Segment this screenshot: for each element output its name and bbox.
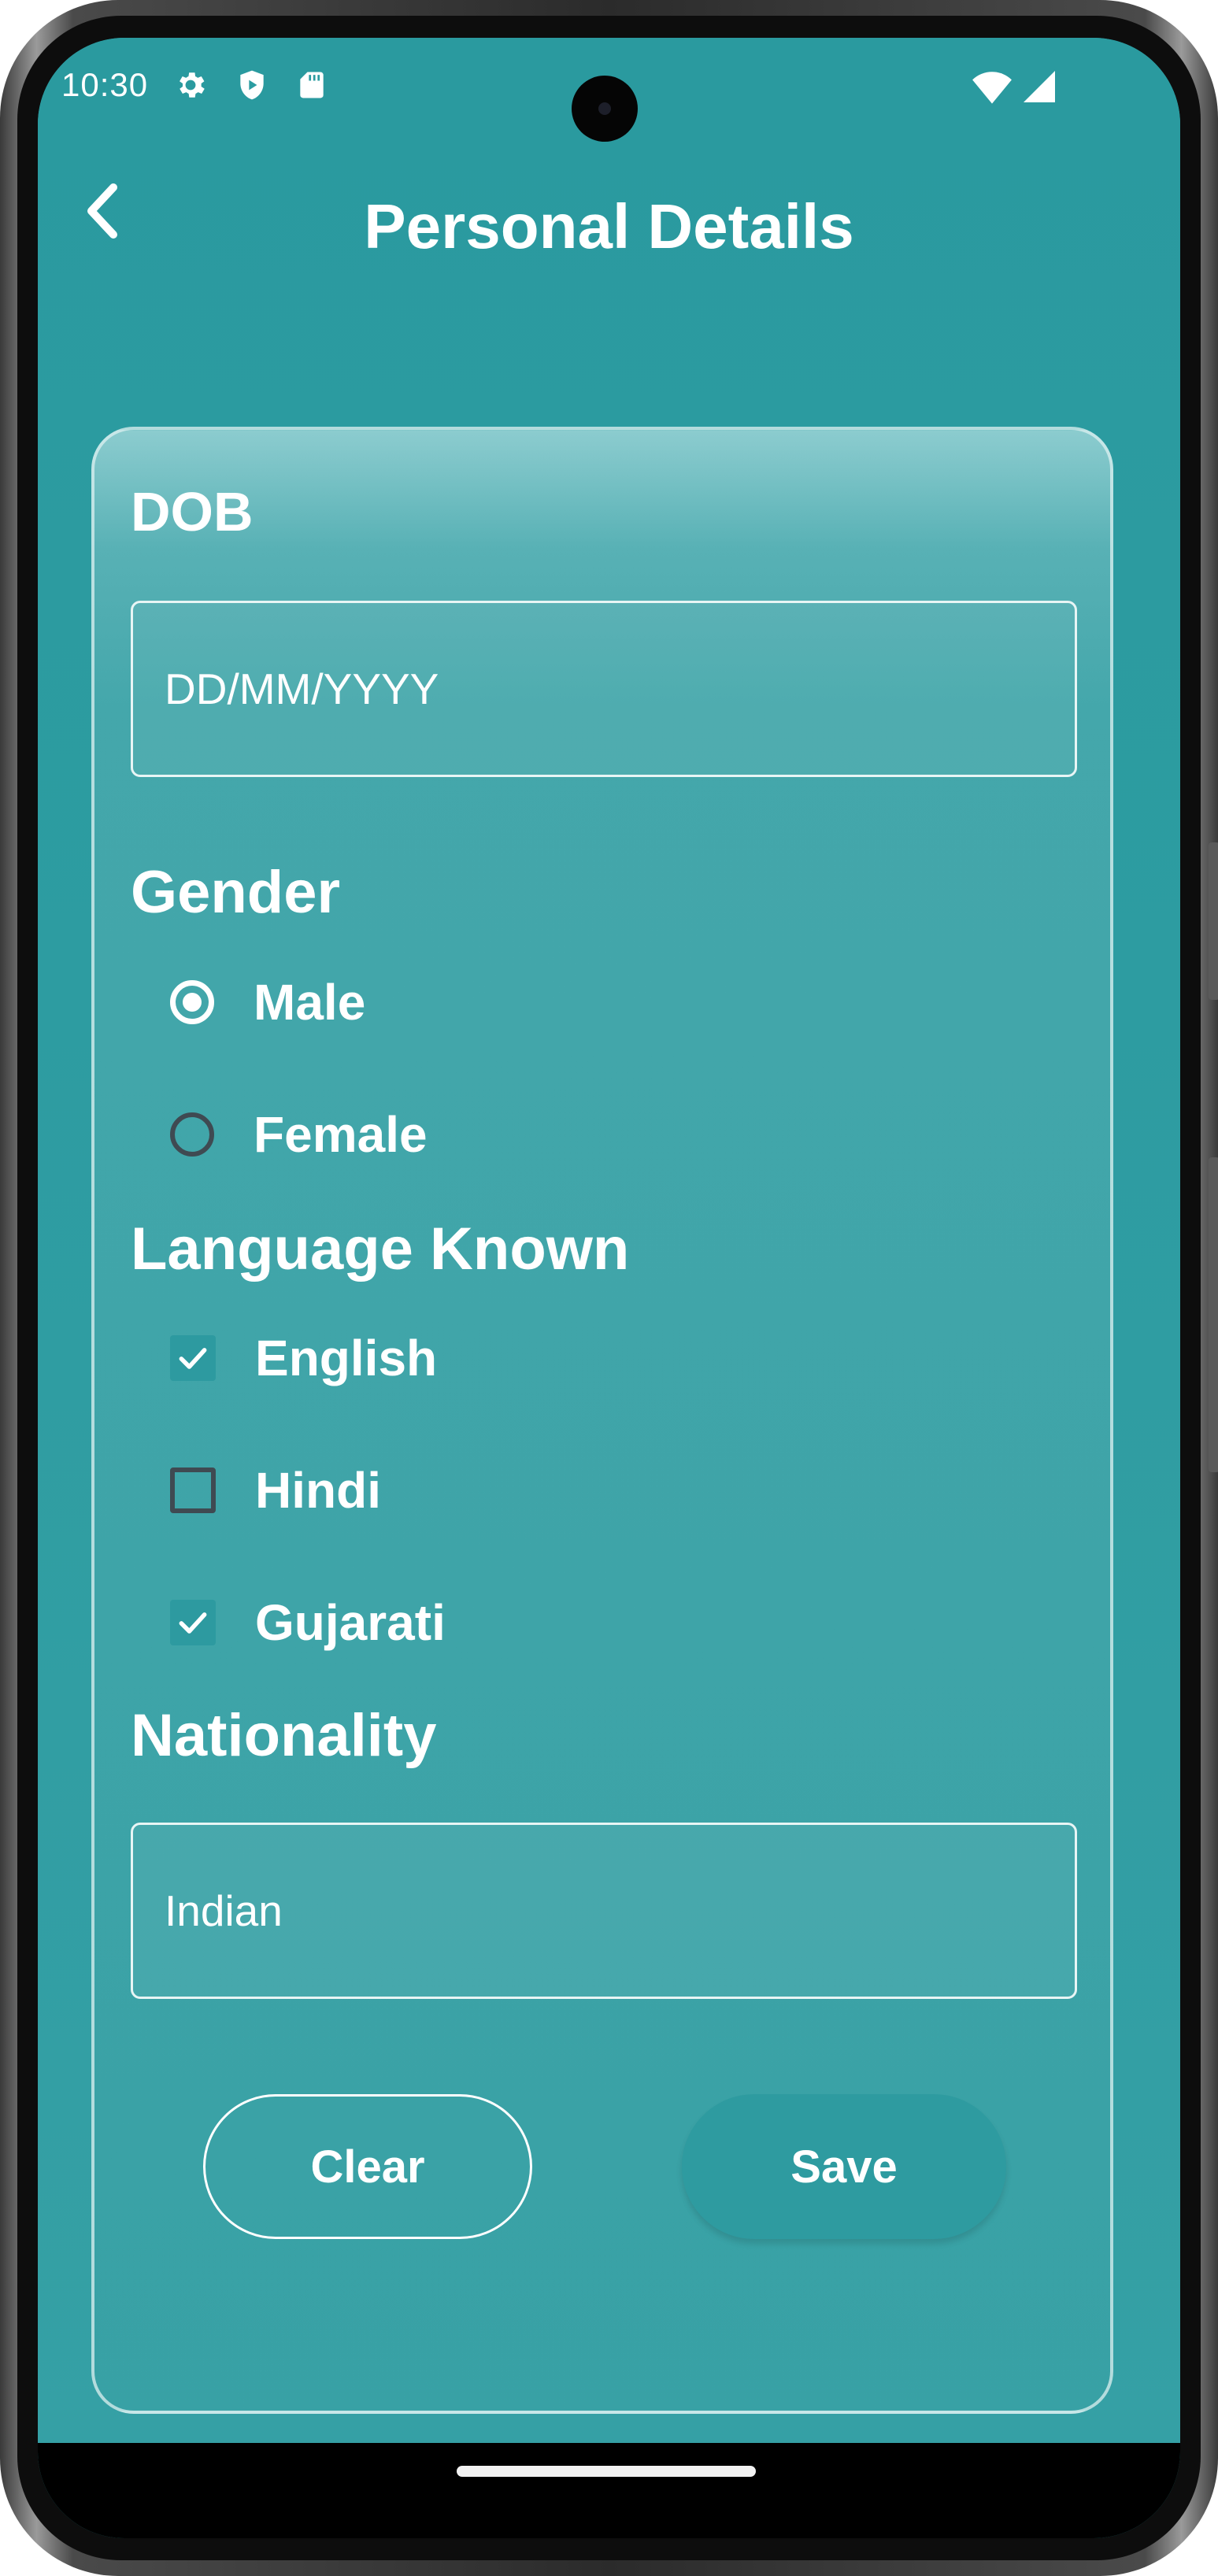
checkbox-checked-icon xyxy=(170,1335,216,1381)
nationality-label: Nationality xyxy=(131,1702,437,1769)
cell-signal-icon xyxy=(1024,71,1055,102)
clear-button[interactable]: Clear xyxy=(203,2094,532,2239)
radio-female-label: Female xyxy=(254,1106,428,1163)
checkmark-icon xyxy=(179,1612,207,1634)
checkmark-icon xyxy=(179,1348,207,1369)
save-button[interactable]: Save xyxy=(682,2094,1006,2239)
toolbar: Personal Details xyxy=(38,156,1180,266)
wifi-icon xyxy=(972,72,1012,104)
checkbox-unchecked-icon xyxy=(170,1468,216,1513)
nationality-field[interactable]: Indian xyxy=(131,1823,1077,1999)
navigation-bar xyxy=(38,2443,1180,2538)
checkbox-hindi-label: Hindi xyxy=(255,1462,381,1519)
checkbox-gujarati[interactable]: Gujarati xyxy=(170,1583,446,1662)
nationality-value: Indian xyxy=(165,1886,283,1935)
radio-unselected-icon xyxy=(170,1112,214,1157)
status-time: 10:30 xyxy=(61,66,149,103)
radio-selected-icon xyxy=(170,980,214,1024)
dob-label: DOB xyxy=(131,481,254,542)
home-gesture-handle[interactable] xyxy=(457,2466,756,2477)
radio-female[interactable]: Female xyxy=(170,1095,428,1174)
radio-male[interactable]: Male xyxy=(170,963,365,1042)
gender-label: Gender xyxy=(131,859,341,926)
power-button xyxy=(1209,1157,1218,1472)
checkbox-gujarati-label: Gujarati xyxy=(255,1594,446,1651)
page-title: Personal Details xyxy=(364,191,854,261)
language-label: Language Known xyxy=(131,1216,630,1282)
sd-card-icon xyxy=(300,72,324,98)
checkbox-english[interactable]: English xyxy=(170,1319,437,1397)
volume-button xyxy=(1209,842,1218,1000)
front-camera xyxy=(572,76,638,142)
checkbox-hindi[interactable]: Hindi xyxy=(170,1451,381,1530)
checkbox-english-label: English xyxy=(255,1330,438,1386)
phone-frame: 10:30 Personal Details DOB DD/MM/YYYY Ge… xyxy=(0,0,1218,2576)
gear-icon xyxy=(180,72,205,98)
radio-male-label: Male xyxy=(254,974,366,1031)
screen: 10:30 Personal Details DOB DD/MM/YYYY Ge… xyxy=(38,38,1180,2538)
dob-placeholder: DD/MM/YYYY xyxy=(165,664,439,713)
checkbox-checked-icon xyxy=(170,1600,216,1645)
shield-play-icon xyxy=(240,70,264,100)
dob-field[interactable]: DD/MM/YYYY xyxy=(131,601,1077,777)
